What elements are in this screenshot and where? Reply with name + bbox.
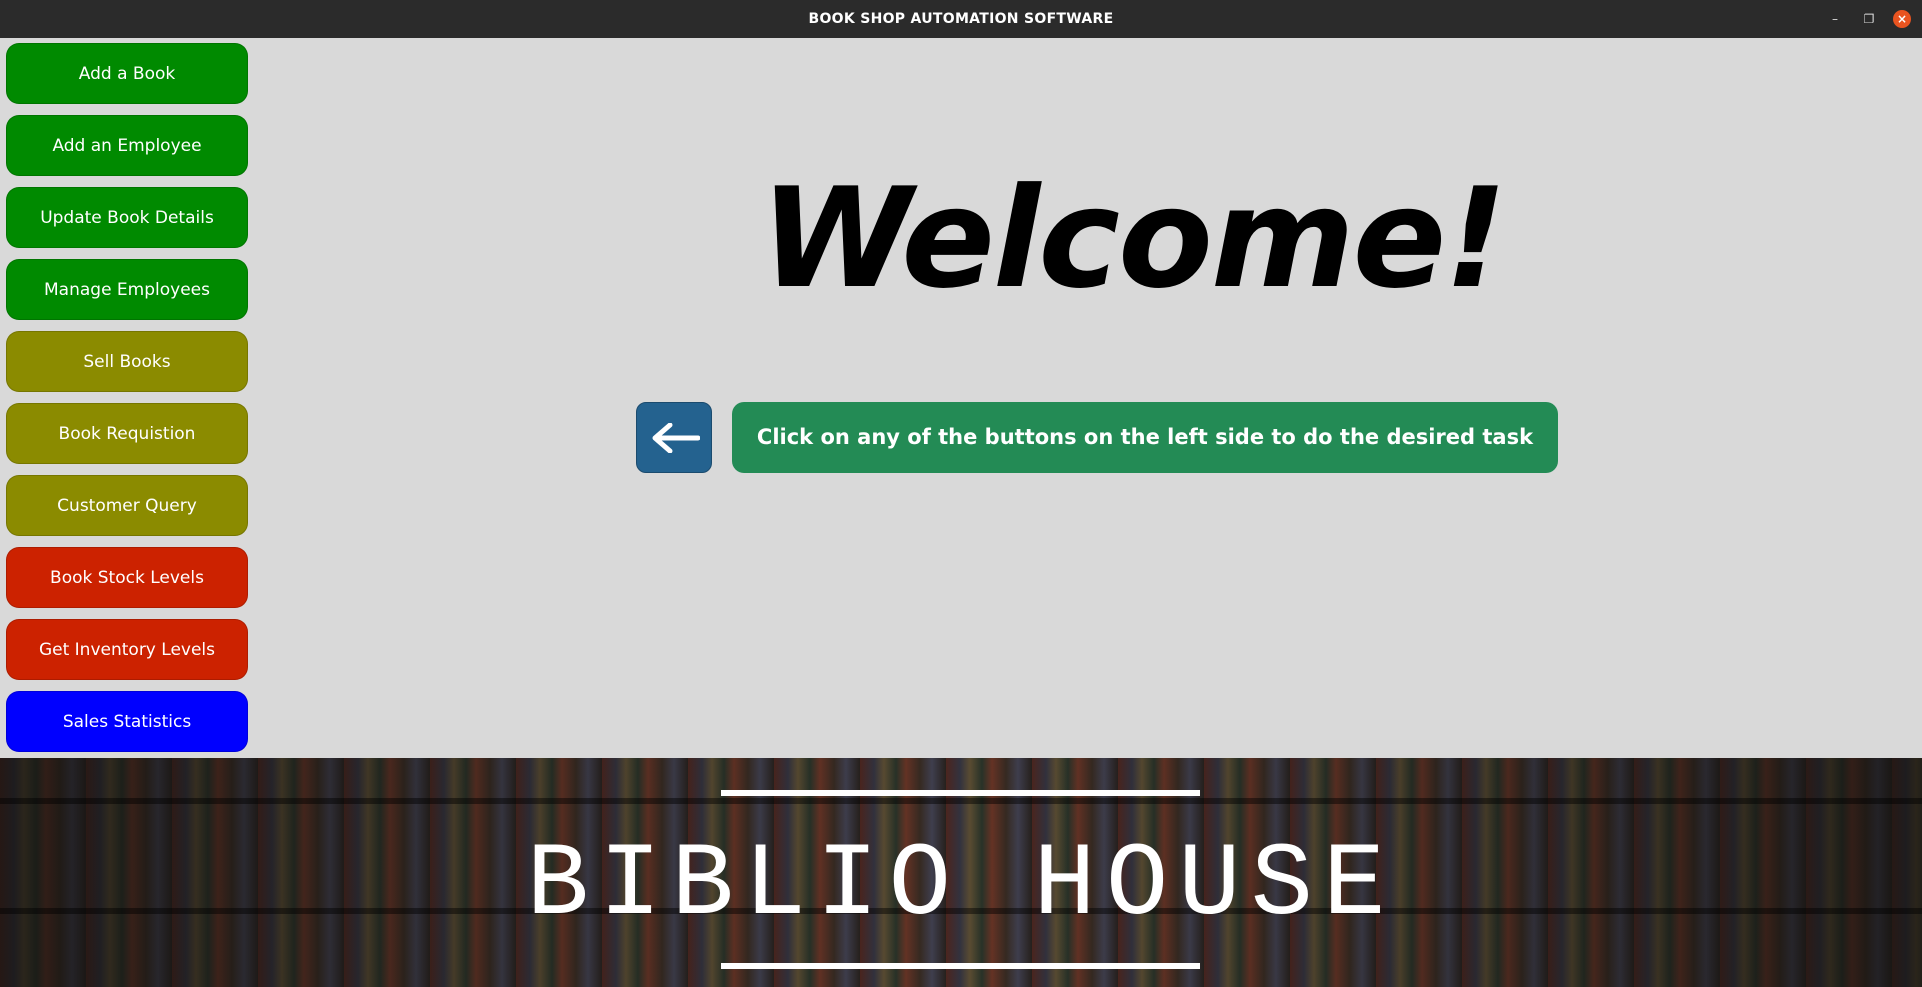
brand-footer: BIBLIO HOUSE [0, 758, 1922, 987]
brand-logo-text: BIBLIO HOUSE [526, 827, 1396, 945]
back-button[interactable] [636, 402, 712, 473]
update-book-details-button[interactable]: Update Book Details [6, 187, 248, 248]
instruction-banner: Click on any of the buttons on the left … [732, 402, 1558, 473]
manage-employees-button[interactable]: Manage Employees [6, 259, 248, 320]
add-book-button[interactable]: Add a Book [6, 43, 248, 104]
window-titlebar: BOOK SHOP AUTOMATION SOFTWARE – ❐ × [0, 0, 1922, 39]
maximize-icon[interactable]: ❐ [1860, 10, 1878, 28]
book-requisition-button[interactable]: Book Requistion [6, 403, 248, 464]
book-stock-levels-button[interactable]: Book Stock Levels [6, 547, 248, 608]
minimize-icon[interactable]: – [1826, 10, 1844, 28]
add-employee-button[interactable]: Add an Employee [6, 115, 248, 176]
shelf-divider [0, 798, 1922, 804]
close-icon[interactable]: × [1893, 10, 1911, 28]
window-title: BOOK SHOP AUTOMATION SOFTWARE [808, 11, 1114, 27]
sell-books-button[interactable]: Sell Books [6, 331, 248, 392]
sales-statistics-button[interactable]: Sales Statistics [6, 691, 248, 752]
customer-query-button[interactable]: Customer Query [6, 475, 248, 536]
main-panel: Add a Book Add an Employee Update Book D… [0, 38, 1922, 758]
welcome-heading: Welcome! [760, 158, 1507, 319]
brand-bottom-rule [721, 963, 1200, 969]
get-inventory-levels-button[interactable]: Get Inventory Levels [6, 619, 248, 680]
brand-top-rule [721, 790, 1200, 796]
left-arrow-icon [652, 423, 700, 453]
